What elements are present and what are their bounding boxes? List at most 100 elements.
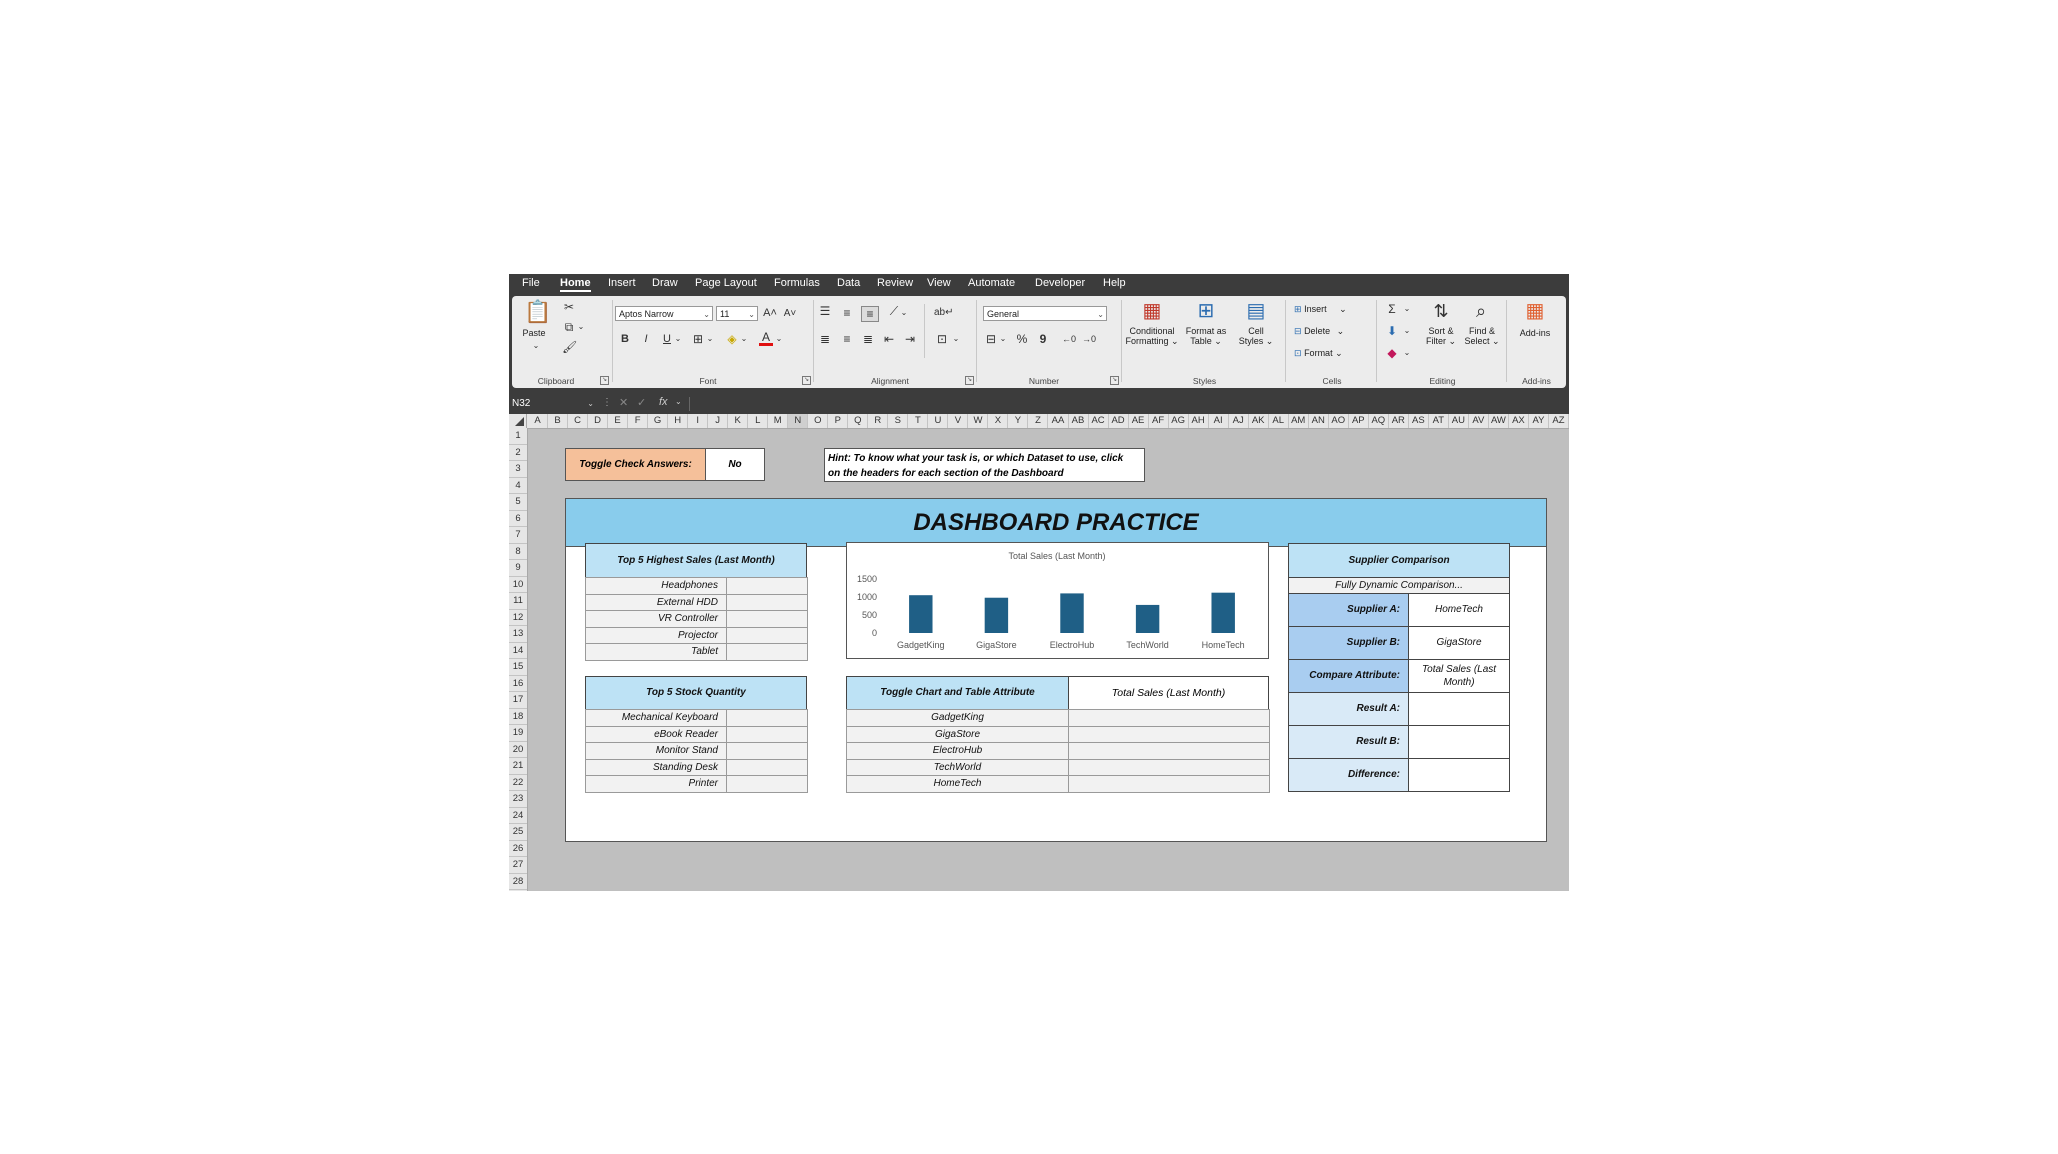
insert-function-icon[interactable]: fx <box>659 396 668 408</box>
row-header-5[interactable]: 5 <box>509 494 527 511</box>
column-header-ab[interactable]: AB <box>1069 414 1089 428</box>
menu-help[interactable]: Help <box>1103 277 1126 289</box>
delete-cells-button[interactable]: ⊟ Delete ⌄ <box>1294 326 1344 336</box>
menu-data[interactable]: Data <box>837 277 860 289</box>
cell-styles-icon[interactable]: ▤ <box>1244 300 1268 322</box>
chevron-down-icon[interactable]: ⌄ <box>775 332 783 346</box>
chevron-down-icon[interactable]: ⌄ <box>526 339 546 353</box>
find-select-icon[interactable]: ⌕ <box>1469 300 1493 322</box>
toggle-attribute-value[interactable] <box>1068 775 1270 793</box>
top-stock-value[interactable] <box>726 709 808 727</box>
format-as-table-icon[interactable]: ⊞ <box>1194 300 1218 322</box>
column-header-ac[interactable]: AC <box>1089 414 1109 428</box>
column-header-x[interactable]: X <box>988 414 1009 428</box>
toggle-attribute-header[interactable]: Toggle Chart and Table Attribute <box>846 676 1069 710</box>
fill-color-icon[interactable]: ◈ <box>725 332 739 346</box>
column-header-av[interactable]: AV <box>1469 414 1489 428</box>
column-header-aq[interactable]: AQ <box>1369 414 1389 428</box>
chart-bar[interactable] <box>1060 593 1084 633</box>
column-header-u[interactable]: U <box>928 414 949 428</box>
conditional-formatting-button[interactable]: Conditional Formatting ⌄ <box>1124 326 1180 346</box>
select-all-button[interactable] <box>509 414 527 428</box>
column-header-l[interactable]: L <box>748 414 769 428</box>
decrease-font-icon[interactable]: A˅ <box>782 307 798 321</box>
conditional-formatting-icon[interactable]: ▦ <box>1140 300 1164 322</box>
top-stock-value[interactable] <box>726 758 808 776</box>
comma-style-icon[interactable]: 9 <box>1037 332 1049 346</box>
column-header-ad[interactable]: AD <box>1109 414 1129 428</box>
menu-home[interactable]: Home <box>560 277 591 292</box>
column-header-ak[interactable]: AK <box>1249 414 1269 428</box>
row-header-19[interactable]: 19 <box>509 725 527 742</box>
column-header-ae[interactable]: AE <box>1129 414 1149 428</box>
column-header-o[interactable]: O <box>808 414 829 428</box>
addins-icon[interactable]: ▦ <box>1523 300 1547 322</box>
format-as-table-button[interactable]: Format as Table ⌄ <box>1184 326 1228 346</box>
menu-automate[interactable]: Automate <box>968 277 1015 289</box>
fill-icon[interactable]: ⬇ <box>1385 324 1399 338</box>
column-header-am[interactable]: AM <box>1289 414 1309 428</box>
align-center-icon[interactable]: ≡ <box>840 332 854 346</box>
column-header-aw[interactable]: AW <box>1489 414 1509 428</box>
column-header-ay[interactable]: AY <box>1529 414 1549 428</box>
accounting-format-icon[interactable]: ⊟ <box>983 332 999 346</box>
chart-bar[interactable] <box>1135 604 1160 633</box>
top-stock-header[interactable]: Top 5 Stock Quantity <box>585 676 807 710</box>
chevron-down-icon[interactable]: ⌄ <box>1403 324 1411 338</box>
number-format-select[interactable]: General ⌄ <box>983 306 1107 321</box>
top-sales-value[interactable] <box>726 626 808 644</box>
column-header-ar[interactable]: AR <box>1389 414 1409 428</box>
toggle-attribute-value[interactable] <box>1068 725 1270 743</box>
top-sales-value[interactable] <box>726 643 808 661</box>
row-header-2[interactable]: 2 <box>509 445 527 461</box>
supplier-comparison-header[interactable]: Supplier Comparison <box>1288 543 1510 578</box>
chevron-down-icon[interactable]: ⌄ <box>1403 346 1411 360</box>
column-header-an[interactable]: AN <box>1309 414 1329 428</box>
confirm-entry-icon[interactable]: ✓ <box>637 396 646 409</box>
borders-icon[interactable]: ⊞ <box>691 332 705 346</box>
copy-icon[interactable]: ⧉ <box>562 320 576 334</box>
column-header-at[interactable]: AT <box>1429 414 1449 428</box>
dialog-launcher-icon[interactable]: ↘ <box>965 376 974 385</box>
menu-insert[interactable]: Insert <box>608 277 636 289</box>
cut-icon[interactable]: ✂ <box>562 300 576 314</box>
menu-developer[interactable]: Developer <box>1035 277 1085 289</box>
supplier-a-value[interactable]: HomeTech <box>1408 593 1510 627</box>
result-b-value[interactable] <box>1408 725 1510 759</box>
sales-chart[interactable]: Total Sales (Last Month) 0 500 1000 1500 Gadg… <box>846 542 1269 659</box>
column-header-j[interactable]: J <box>708 414 729 428</box>
column-header-n[interactable]: N <box>788 414 809 428</box>
wrap-text-icon[interactable]: ab↵ <box>934 306 954 320</box>
row-header-23[interactable]: 23 <box>509 791 527 808</box>
more-options-icon[interactable]: ⋮ <box>602 397 612 408</box>
chart-bar[interactable] <box>984 597 1009 633</box>
sort-filter-button[interactable]: Sort & Filter ⌄ <box>1423 326 1459 346</box>
column-header-m[interactable]: M <box>768 414 789 428</box>
column-header-aa[interactable]: AA <box>1049 414 1069 428</box>
chevron-down-icon[interactable]: ⌄ <box>706 332 714 346</box>
row-header-6[interactable]: 6 <box>509 511 527 527</box>
column-header-b[interactable]: B <box>548 414 569 428</box>
toggle-attribute-value[interactable] <box>1068 742 1270 760</box>
addins-button[interactable]: Add-ins <box>1513 328 1557 338</box>
increase-decimal-icon[interactable]: ←0 <box>1061 332 1077 346</box>
clear-icon[interactable]: ◆ <box>1385 346 1399 360</box>
column-header-i[interactable]: I <box>688 414 709 428</box>
align-right-icon[interactable]: ≣ <box>861 332 875 346</box>
column-header-k[interactable]: K <box>728 414 749 428</box>
compare-attribute-value[interactable]: Total Sales (Last Month) <box>1408 659 1510 693</box>
column-header-au[interactable]: AU <box>1449 414 1469 428</box>
chevron-down-icon[interactable]: ⌄ <box>952 332 960 346</box>
row-header-14[interactable]: 14 <box>509 643 527 659</box>
column-header-d[interactable]: D <box>588 414 609 428</box>
row-header-10[interactable]: 10 <box>509 577 527 593</box>
column-header-w[interactable]: W <box>968 414 989 428</box>
column-header-g[interactable]: G <box>648 414 669 428</box>
top-sales-header[interactable]: Top 5 Highest Sales (Last Month) <box>585 543 807 578</box>
top-sales-value[interactable] <box>726 577 808 595</box>
row-header-26[interactable]: 26 <box>509 841 527 857</box>
supplier-b-value[interactable]: GigaStore <box>1408 626 1510 660</box>
column-header-r[interactable]: R <box>868 414 889 428</box>
row-header-3[interactable]: 3 <box>509 461 527 478</box>
chevron-down-icon[interactable]: ⌄ <box>740 332 748 346</box>
